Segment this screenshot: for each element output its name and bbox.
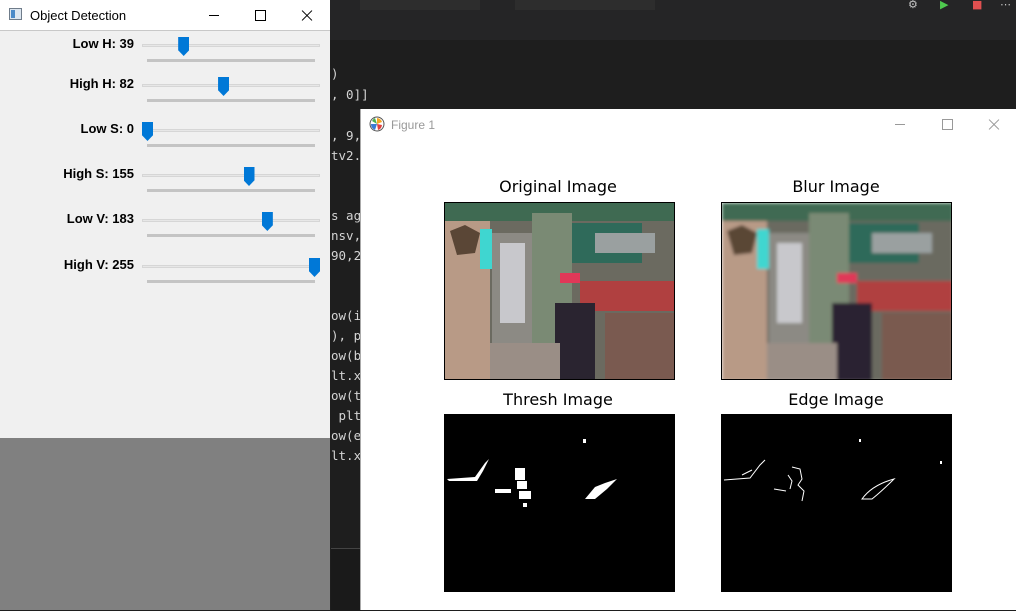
trackbar-ticks bbox=[147, 59, 315, 62]
code-line: 90,2 bbox=[331, 248, 362, 263]
trackbar-thumb[interactable] bbox=[309, 258, 320, 277]
trackbar-label: High H: 82 bbox=[69, 76, 134, 91]
trackbar-panel: Low H: 39 High H: 82 Low S: 0 High S: 155 Lo… bbox=[0, 31, 330, 438]
trackbar-ticks bbox=[147, 234, 315, 237]
trackbar-track[interactable] bbox=[142, 129, 320, 132]
maximize-button[interactable] bbox=[237, 0, 283, 31]
code-line: ) bbox=[331, 66, 339, 81]
code-line: lt.x bbox=[331, 368, 362, 383]
figure-maximize-button[interactable] bbox=[924, 109, 970, 140]
figure-close-button[interactable] bbox=[971, 109, 1016, 140]
trackbar-thumb[interactable] bbox=[142, 122, 153, 141]
subplot-title-original: Original Image bbox=[499, 177, 617, 196]
thresh-image bbox=[444, 414, 675, 592]
code-line: s ag bbox=[331, 208, 362, 223]
trackbar-thumb[interactable] bbox=[178, 37, 190, 56]
trackbar-label: Low V: 183 bbox=[66, 211, 134, 226]
code-line: ), p bbox=[331, 328, 362, 343]
window-titlebar[interactable]: Object Detection bbox=[0, 0, 330, 31]
original-image bbox=[444, 202, 675, 380]
figure-titlebar[interactable]: Figure 1 bbox=[361, 109, 1016, 140]
code-line: nsv, bbox=[331, 228, 362, 243]
stop-icon[interactable]: ■ bbox=[972, 0, 982, 10]
trackbar-row: High V: 255 bbox=[0, 257, 330, 301]
code-line: plt bbox=[331, 408, 362, 423]
trackbar-label: High S: 155 bbox=[63, 166, 134, 181]
trackbar-track[interactable] bbox=[142, 84, 320, 87]
minimize-button[interactable] bbox=[191, 0, 237, 31]
edge-image bbox=[721, 414, 952, 592]
editor-tab[interactable] bbox=[360, 0, 480, 10]
subplot-title-thresh: Thresh Image bbox=[503, 390, 613, 409]
figure-minimize-button[interactable] bbox=[877, 109, 923, 140]
trackbar-thumb[interactable] bbox=[261, 212, 273, 231]
subplot-title-edge: Edge Image bbox=[788, 390, 884, 409]
figure-window: Figure 1 Original Image Blur Image Thres… bbox=[360, 109, 1016, 610]
editor-tab[interactable] bbox=[515, 0, 655, 10]
trackbar-row: Low S: 0 bbox=[0, 121, 330, 165]
trackbar-label: High V: 255 bbox=[63, 257, 134, 272]
image-display-area bbox=[0, 438, 330, 610]
more-icon[interactable]: ⋯ bbox=[1000, 0, 1011, 10]
run-config-icon[interactable]: ⚙ bbox=[908, 0, 918, 10]
trackbar-track[interactable] bbox=[142, 265, 320, 268]
trackbar-thumb[interactable] bbox=[243, 167, 255, 186]
run-icon[interactable]: ▶ bbox=[940, 0, 948, 10]
code-line: tv2. bbox=[331, 148, 362, 163]
trackbar-thumb[interactable] bbox=[218, 77, 230, 96]
trackbar-label: Low S: 0 bbox=[80, 121, 134, 136]
trackbar-track[interactable] bbox=[142, 44, 320, 47]
figure-title: Figure 1 bbox=[391, 118, 436, 132]
code-line: ow(i bbox=[331, 308, 362, 323]
trackbar-row: Low H: 39 bbox=[0, 36, 330, 80]
trackbar-label: Low H: 39 bbox=[72, 36, 134, 51]
trackbar-track[interactable] bbox=[142, 174, 320, 177]
window-title: Object Detection bbox=[30, 8, 127, 23]
trackbar-row: High S: 155 bbox=[0, 166, 330, 210]
trackbar-row: High H: 82 bbox=[0, 76, 330, 120]
blur-image bbox=[721, 202, 952, 380]
code-line: , 9, bbox=[331, 128, 362, 143]
code-line: ow(e bbox=[331, 428, 362, 443]
matplotlib-icon bbox=[369, 116, 385, 132]
object-detection-window: Object Detection Low H: 39 High H: 82 Low … bbox=[0, 0, 330, 610]
trackbar-ticks bbox=[147, 144, 315, 147]
subplot-title-blur: Blur Image bbox=[792, 177, 880, 196]
code-line: , 0]] bbox=[331, 87, 369, 102]
trackbar-ticks bbox=[147, 189, 315, 192]
trackbar-track[interactable] bbox=[142, 219, 320, 222]
terminal-panel bbox=[331, 548, 361, 611]
code-line: ow(t bbox=[331, 388, 362, 403]
trackbar-ticks bbox=[147, 99, 315, 102]
trackbar-ticks bbox=[147, 280, 315, 283]
code-line: ow(b bbox=[331, 348, 362, 363]
app-icon bbox=[9, 8, 22, 20]
close-button[interactable] bbox=[284, 0, 330, 31]
trackbar-row: Low V: 183 bbox=[0, 211, 330, 255]
code-line: lt.x bbox=[331, 448, 362, 463]
